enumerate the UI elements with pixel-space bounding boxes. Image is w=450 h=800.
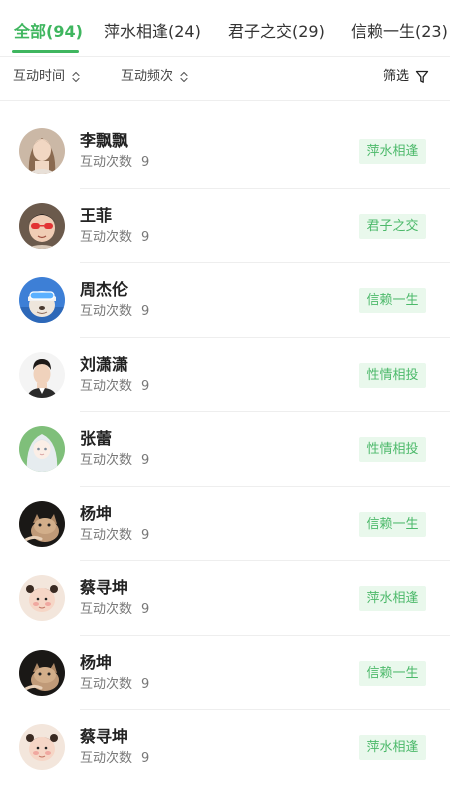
tab-all[interactable]: 全部(94) (14, 21, 83, 43)
relationship-tag: 萍水相逢 (359, 139, 426, 164)
interaction-count: 互动次数 9 (80, 155, 150, 170)
interaction-count: 互动次数 9 (80, 676, 150, 692)
contact-row[interactable]: 蔡寻坤 互动次数 9 萍水相逢 (0, 561, 450, 636)
sort-by-frequency-button[interactable]: 互动频次 (121, 68, 188, 86)
interaction-count: 互动次数 9 (80, 378, 150, 394)
interaction-count: 互动次数 9 (80, 229, 150, 245)
avatar-baby-icon (19, 724, 65, 770)
category-tabs: 全部(94) 萍水相逢(24) 君子之交(29) 信赖一生(23) (0, 0, 450, 57)
avatar-cat-icon (19, 649, 65, 696)
interaction-count: 互动次数 9 (80, 527, 150, 543)
sort-filter-bar: 互动时间 互动频次 筛选 (0, 56, 450, 101)
avatar-dog-goggles-icon (19, 277, 65, 323)
contact-name: 杨坤 (80, 652, 113, 672)
filter-button[interactable]: 筛选 (383, 68, 429, 86)
contact-row[interactable]: 张蕾 互动次数 9 性情相投 (0, 412, 450, 487)
avatar-woman-icon (19, 128, 65, 174)
contact-row[interactable]: 杨坤 互动次数 9 信赖一生 (0, 636, 450, 710)
contact-row[interactable]: 李飘飘 互动次数 9 萍水相逢 (0, 114, 450, 189)
interaction-count: 互动次数 9 (80, 602, 150, 617)
contact-row[interactable]: 王菲 互动次数 9 君子之交 (0, 189, 450, 263)
active-tab-indicator (12, 50, 79, 53)
contact-row[interactable]: 刘潇潇 互动次数 9 性情相投 (0, 338, 450, 412)
sort-arrows-icon (180, 71, 188, 83)
contact-row[interactable]: 蔡寻坤 互动次数 9 萍水相逢 (0, 710, 450, 785)
contact-name: 刘潇潇 (80, 354, 129, 374)
relationship-tag: 信赖一生 (359, 288, 426, 313)
relationship-tag: 君子之交 (359, 213, 426, 239)
relationship-tag: 信赖一生 (359, 660, 426, 686)
avatar-baby-icon (19, 575, 65, 621)
contact-name: 杨坤 (80, 503, 113, 523)
contact-name: 蔡寻坤 (80, 578, 129, 597)
contact-row[interactable]: 周杰伦 互动次数 9 信赖一生 (0, 263, 450, 338)
contact-name: 蔡寻坤 (80, 727, 129, 746)
avatar-anime-girl-icon (19, 426, 65, 472)
sort-by-time-button[interactable]: 互动时间 (13, 68, 80, 86)
contact-row[interactable]: 杨坤 互动次数 9 信赖一生 (0, 487, 450, 561)
relationship-tag: 性情相投 (359, 362, 426, 388)
tab-chance-meeting[interactable]: 萍水相逢(24) (104, 21, 201, 43)
interaction-count: 互动次数 9 (80, 453, 150, 468)
filter-label: 筛选 (383, 69, 410, 84)
relationship-tag: 性情相投 (359, 437, 426, 462)
tab-gentleman-friendship[interactable]: 君子之交(29) (228, 21, 325, 43)
avatar-cat-icon (19, 500, 65, 547)
contact-name: 张蕾 (80, 429, 113, 448)
relationship-tag: 萍水相逢 (359, 735, 426, 760)
sort-arrows-icon (72, 71, 80, 83)
tab-lifelong-trust[interactable]: 信赖一生(23) (351, 21, 448, 43)
avatar-man-icon (19, 351, 65, 398)
filter-funnel-icon (415, 70, 429, 83)
contact-name: 王菲 (80, 205, 113, 225)
interaction-count: 互动次数 9 (80, 751, 150, 766)
contact-name: 周杰伦 (80, 280, 129, 299)
relationship-tag: 信赖一生 (359, 511, 426, 537)
sort-by-frequency-label: 互动频次 (121, 69, 174, 84)
relationship-tag: 萍水相逢 (359, 586, 426, 611)
interaction-count: 互动次数 9 (80, 304, 150, 319)
avatar-child-sunglasses-icon (19, 202, 65, 249)
contact-name: 李飘飘 (80, 131, 129, 150)
sort-by-time-label: 互动时间 (13, 69, 66, 84)
contact-list: 李飘飘 互动次数 9 萍水相逢 王菲 互动次数 9 君子之交 周杰伦 互动次数 … (0, 114, 450, 785)
